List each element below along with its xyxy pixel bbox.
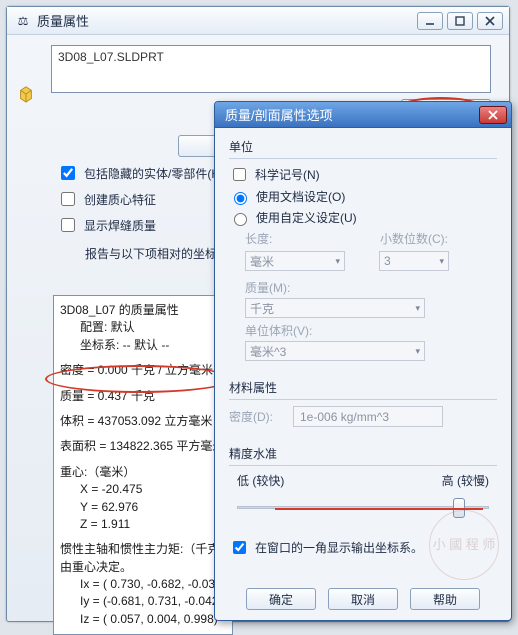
- report-line: 表面积 = 134822.365 平方毫米: [60, 438, 226, 455]
- unit-volume-select: 毫米^3▾: [245, 341, 425, 361]
- report-line: Iy = (-0.681, 0.731, -0.042): [60, 593, 226, 610]
- report-line: 3D08_L07 的质量属性: [60, 302, 226, 319]
- annotation-underline: [275, 508, 483, 510]
- precision-low-label: 低 (较快): [237, 472, 284, 489]
- create-com-input[interactable]: [61, 192, 75, 206]
- show-weld-input[interactable]: [61, 218, 75, 232]
- report-line-volume: 体积 = 437053.092 立方毫米: [60, 413, 226, 430]
- part-icon: [17, 85, 35, 103]
- report-line: Z = 1.911: [60, 516, 226, 533]
- options-dialog: 质量/剖面属性选项 单位 科学记号(N) 使用文档设定(O) 使用自定义设定(U…: [214, 101, 512, 621]
- help-button[interactable]: 帮助: [410, 588, 480, 610]
- use-doc-settings-input[interactable]: [234, 192, 247, 205]
- show-output-csys-checkbox[interactable]: 在窗口的一角显示输出坐标系。: [229, 539, 497, 557]
- chevron-down-icon: ▾: [335, 256, 340, 267]
- decimals-select: 3▾: [379, 251, 449, 271]
- report-line: 配置: 默认: [60, 319, 226, 336]
- chevron-down-icon: ▾: [415, 303, 420, 314]
- mass-select: 千克▾: [245, 298, 425, 318]
- file-name-text: 3D08_L07.SLDPRT: [58, 50, 164, 64]
- density-label: 密度(D):: [229, 408, 273, 425]
- dialog-button-row: 确定 取消 帮助: [215, 588, 511, 610]
- report-line: X = -20.475: [60, 481, 226, 498]
- main-titlebar[interactable]: ⚖ 质量属性: [7, 7, 509, 35]
- report-line: 密度 = 0.000 千克 / 立方毫米: [60, 362, 226, 379]
- cancel-button[interactable]: 取消: [328, 588, 398, 610]
- use-doc-settings-radio[interactable]: 使用文档设定(O): [229, 188, 497, 205]
- units-group-label: 单位: [229, 138, 497, 159]
- ok-button[interactable]: 确定: [246, 588, 316, 610]
- report-line: Y = 62.976: [60, 499, 226, 516]
- length-select: 毫米▾: [245, 251, 345, 271]
- report-line: 惯性主轴和惯性主力矩:（千克: [60, 541, 226, 558]
- precision-high-label: 高 (较慢): [442, 472, 489, 489]
- scale-icon: ⚖: [15, 13, 31, 29]
- dialog-body: 单位 科学记号(N) 使用文档设定(O) 使用自定义设定(U) 长度: 小数位数…: [215, 128, 511, 620]
- report-line: 重心:（毫米）: [60, 464, 226, 481]
- minimize-button[interactable]: [417, 12, 443, 30]
- chevron-down-icon: ▾: [439, 256, 444, 267]
- unit-volume-label: 单位体积(V):: [245, 322, 497, 339]
- dialog-titlebar[interactable]: 质量/剖面属性选项: [215, 102, 511, 128]
- report-line: Ix = ( 0.730, -0.682, -0.039): [60, 576, 226, 593]
- report-line: Iz = ( 0.057, 0.004, 0.998): [60, 611, 226, 628]
- use-custom-settings-radio[interactable]: 使用自定义设定(U): [229, 209, 497, 226]
- precision-group-label: 精度水准: [229, 445, 497, 466]
- include-hidden-input[interactable]: [61, 166, 75, 180]
- show-output-csys-input[interactable]: [233, 541, 246, 554]
- mass-label: 质量(M):: [245, 279, 497, 296]
- main-title: 质量属性: [37, 11, 417, 30]
- density-input: 1e-006 kg/mm^3: [293, 406, 443, 427]
- use-custom-settings-input[interactable]: [234, 213, 247, 226]
- maximize-button[interactable]: [447, 12, 473, 30]
- window-controls: [417, 12, 503, 30]
- close-button[interactable]: [477, 12, 503, 30]
- report-panel[interactable]: 3D08_L07 的质量属性 配置: 默认 坐标系: -- 默认 -- 密度 =…: [53, 295, 233, 635]
- dialog-close-button[interactable]: [479, 106, 507, 124]
- report-line: 由重心决定。: [60, 559, 226, 576]
- length-label: 长度:: [245, 230, 362, 247]
- scientific-notation-checkbox[interactable]: 科学记号(N): [229, 165, 497, 184]
- material-group-label: 材料属性: [229, 379, 497, 400]
- report-line: 质量 = 0.437 千克: [60, 388, 226, 405]
- report-line: 坐标系: -- 默认 --: [60, 337, 226, 354]
- chevron-down-icon: ▾: [415, 346, 420, 357]
- scientific-notation-input[interactable]: [233, 168, 246, 181]
- file-name-field[interactable]: 3D08_L07.SLDPRT: [51, 45, 491, 93]
- decimals-label: 小数位数(C):: [380, 230, 497, 247]
- dialog-title: 质量/剖面属性选项: [225, 105, 479, 124]
